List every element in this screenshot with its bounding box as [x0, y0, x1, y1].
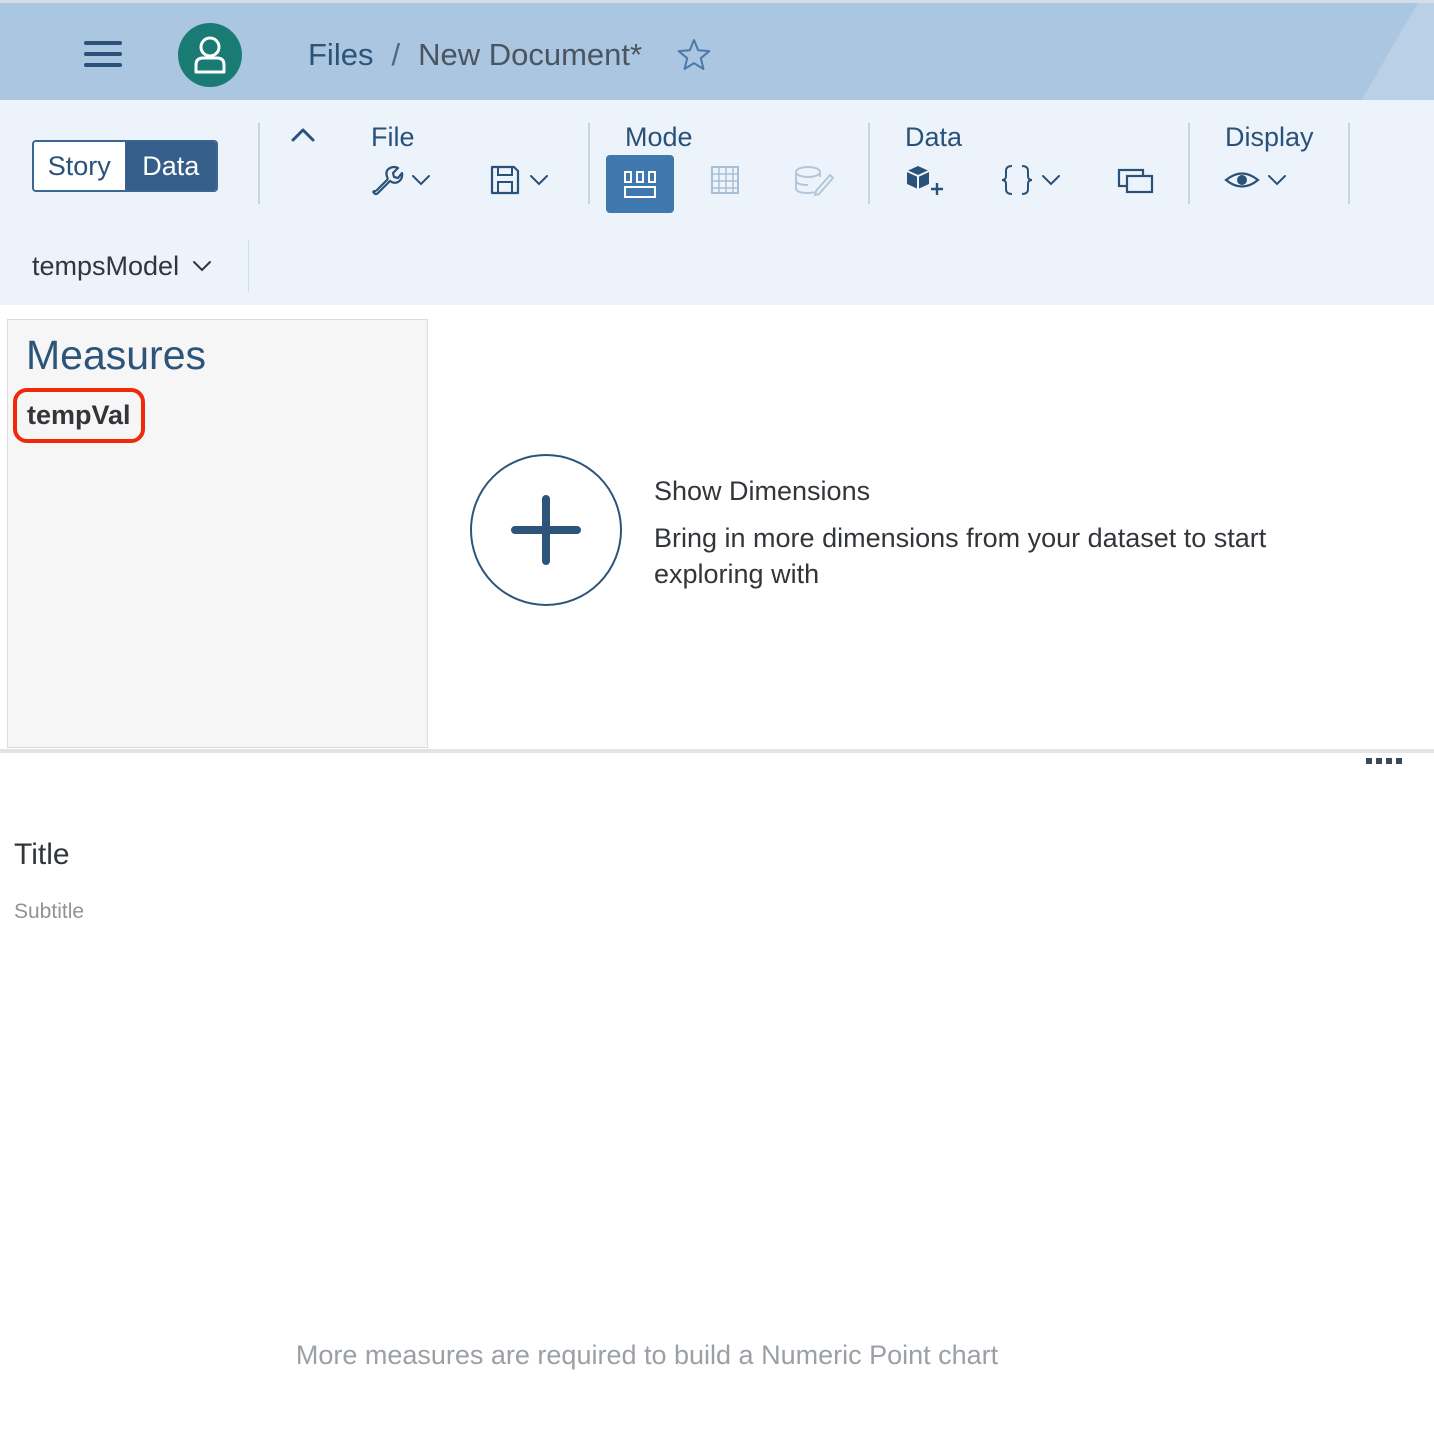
data-group-label: Data	[905, 122, 963, 152]
shell-bar: Files / New Document*	[0, 0, 1434, 100]
edit-data-mode-button[interactable]	[792, 158, 834, 202]
user-icon	[194, 36, 226, 74]
add-cube-icon	[906, 166, 943, 195]
toolbar-divider	[258, 123, 260, 204]
toolbar-divider	[588, 123, 590, 204]
chevron-down-icon	[412, 175, 430, 186]
curly-braces-icon	[1001, 165, 1033, 195]
show-dimensions-description: Bring in more dimensions from your datas…	[654, 523, 1267, 589]
toolbar-divider	[1188, 123, 1190, 204]
breadcrumb: Files / New Document*	[308, 33, 642, 77]
story-data-toggle: Story Data	[32, 140, 218, 192]
chart-subtitle[interactable]: Subtitle	[14, 900, 84, 924]
menu-icon[interactable]	[84, 39, 124, 69]
story-view-button[interactable]: Story	[34, 142, 126, 190]
breadcrumb-separator: /	[391, 37, 401, 72]
toolbar-divider	[868, 123, 870, 204]
chevron-down-icon	[193, 261, 212, 272]
show-dimensions-title: Show Dimensions	[654, 476, 871, 506]
chevron-down-icon	[1268, 175, 1286, 186]
document-title: New Document*	[418, 37, 643, 72]
file-group-label: File	[371, 122, 415, 152]
show-dimensions-button[interactable]	[470, 454, 622, 606]
breadcrumb-files-link[interactable]: Files	[308, 37, 373, 73]
save-menu-button[interactable]	[488, 158, 550, 202]
toolbar: Story Data File Mode Data Display tempsM…	[0, 100, 1434, 305]
panel-splitter[interactable]	[0, 749, 1434, 753]
measures-panel: Measures tempVal	[7, 319, 428, 748]
table-grid-icon	[711, 166, 739, 194]
data-view-button[interactable]: Data	[125, 142, 216, 190]
measures-heading: Measures	[26, 332, 207, 378]
favorite-star-icon[interactable]	[676, 37, 712, 73]
overlapping-windows-icon	[1117, 168, 1154, 194]
measure-item-tempval[interactable]: tempVal	[13, 388, 145, 443]
plus-icon	[511, 495, 581, 565]
tools-menu-button[interactable]	[370, 158, 432, 202]
explorer-icon	[624, 171, 656, 198]
chart-title[interactable]: Title	[14, 838, 70, 872]
database-edit-icon	[795, 166, 834, 196]
collapse-toolbar-icon[interactable]	[288, 120, 318, 150]
explorer-mode-button[interactable]	[606, 155, 674, 213]
chart-empty-message: More measures are required to build a Nu…	[295, 1340, 999, 1370]
model-divider	[248, 240, 249, 292]
model-selector[interactable]: tempsModel	[32, 248, 213, 284]
grid-mode-button[interactable]	[708, 158, 742, 202]
more-options-icon[interactable]	[1366, 758, 1402, 770]
save-icon	[490, 165, 520, 195]
wrench-icon	[372, 165, 404, 196]
model-name: tempsModel	[32, 250, 180, 281]
user-avatar[interactable]	[178, 23, 242, 87]
toolbar-divider	[1348, 123, 1350, 204]
chevron-down-icon	[530, 175, 548, 186]
mode-group-label: Mode	[625, 122, 693, 152]
formula-menu-button[interactable]	[1000, 158, 1062, 202]
display-menu-button[interactable]	[1224, 158, 1288, 202]
shell-bar-decoration	[1344, 3, 1434, 100]
eye-icon	[1224, 172, 1260, 188]
chevron-down-icon	[1042, 175, 1060, 186]
display-group-label: Display	[1225, 122, 1314, 152]
add-data-button[interactable]	[904, 158, 946, 202]
linked-models-button[interactable]	[1116, 158, 1156, 202]
